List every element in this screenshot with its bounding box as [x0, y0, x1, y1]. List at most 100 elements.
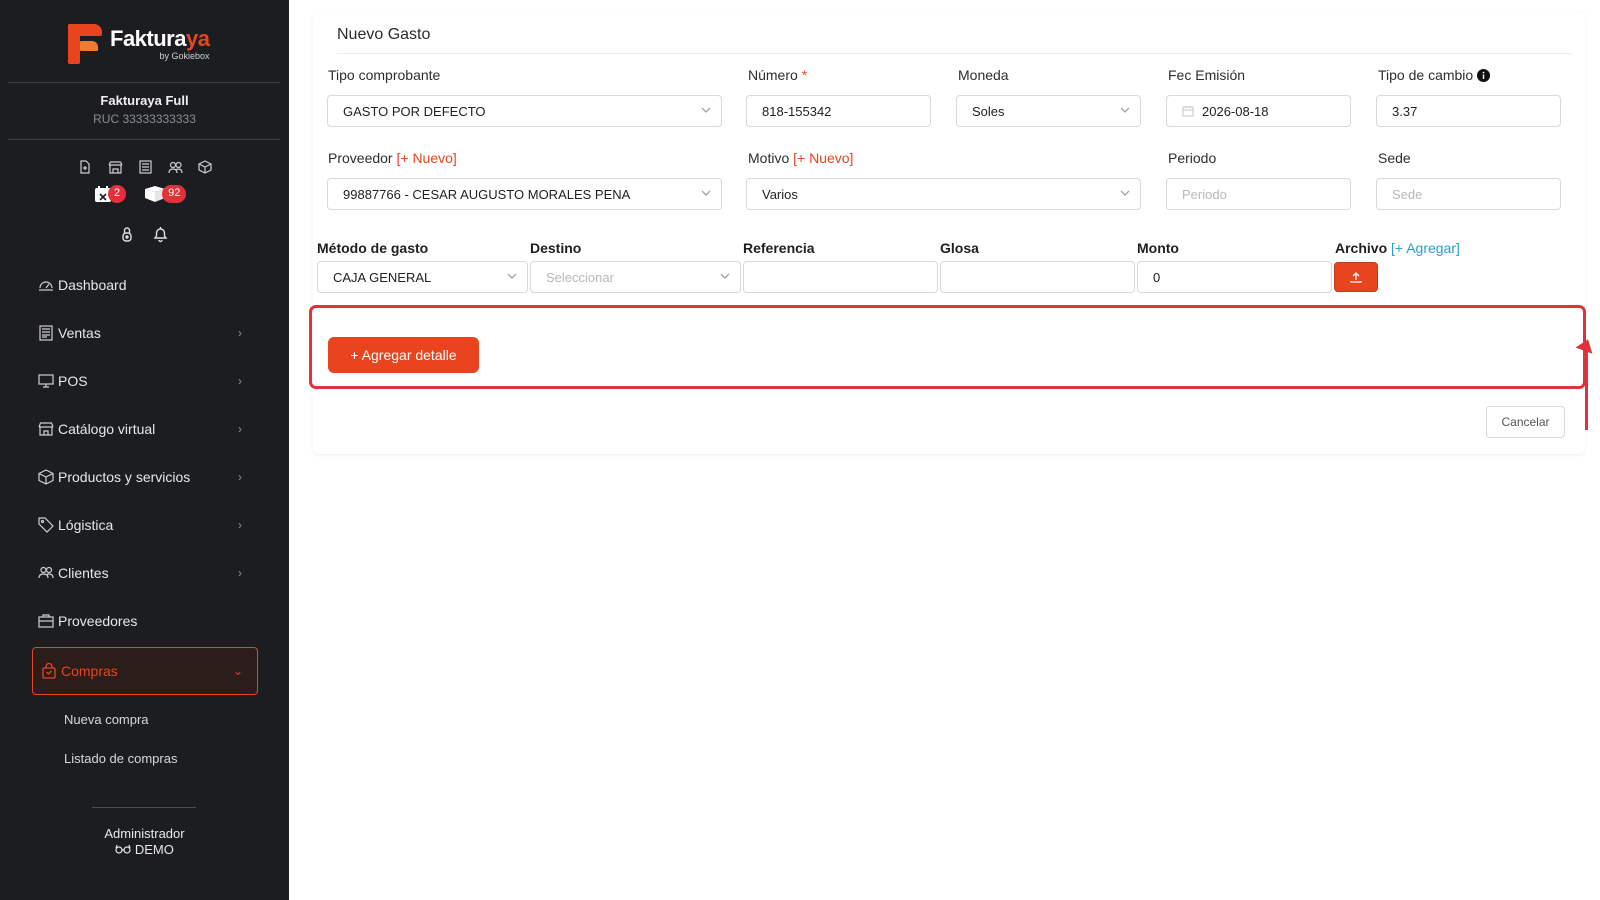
- proveedor-select[interactable]: 99887766 - CESAR AUGUSTO MORALES PENA: [327, 178, 722, 210]
- company-name: Fakturaya Full: [100, 93, 189, 108]
- destino-label: Destino: [530, 240, 582, 256]
- glosa-input[interactable]: [940, 261, 1135, 293]
- sidebar-item-proveedores[interactable]: Proveedores: [38, 597, 258, 645]
- store-icon[interactable]: [106, 158, 124, 176]
- sidebar-item-compras[interactable]: Compras ⌄: [32, 647, 258, 695]
- annotation-arrow: [1585, 343, 1588, 430]
- tipo-cambio-label: Tipo de cambio: [1378, 67, 1491, 83]
- highlight-box: [309, 305, 1586, 389]
- metodo-gasto-label: Método de gasto: [317, 240, 429, 256]
- upload-button[interactable]: [1334, 262, 1378, 292]
- list-icon[interactable]: [136, 158, 154, 176]
- chevron-down-icon: [701, 190, 711, 196]
- bell-icon[interactable]: [152, 226, 169, 248]
- cancel-button[interactable]: Cancelar: [1486, 406, 1565, 438]
- motivo-new-link[interactable]: [+ Nuevo]: [793, 150, 853, 166]
- numero-input[interactable]: 818-155342: [746, 95, 931, 127]
- destino-select[interactable]: Seleccionar: [530, 261, 741, 293]
- sidebar-item-logistica[interactable]: Lógistica ›: [38, 501, 258, 549]
- periodo-picker[interactable]: Periodo: [1166, 178, 1351, 210]
- glosa-label: Glosa: [940, 240, 979, 256]
- store-icon: [38, 421, 54, 437]
- sidebar-item-label: Productos y servicios: [58, 469, 191, 485]
- sidebar-item-label: POS: [58, 373, 88, 389]
- add-detail-button[interactable]: + Agregar detalle: [328, 337, 479, 373]
- submenu-listado-compras[interactable]: Listado de compras: [64, 751, 177, 766]
- sidebar-item-clientes[interactable]: Clientes ›: [38, 549, 258, 597]
- monto-input[interactable]: 0: [1137, 261, 1332, 293]
- sidebar-item-productos[interactable]: Productos y servicios ›: [38, 453, 258, 501]
- tipo-cambio-input[interactable]: 3.37: [1376, 95, 1561, 127]
- glasses-icon: [115, 844, 131, 854]
- briefcase-icon: [38, 613, 54, 629]
- sidebar-item-catalogo[interactable]: Catálogo virtual ›: [38, 405, 258, 453]
- sede-placeholder: Sede: [1392, 186, 1423, 202]
- moneda-select[interactable]: Soles: [956, 95, 1141, 127]
- notification-badges: 2 92: [94, 185, 187, 203]
- sidebar: Fakturaya by Gokiebox Fakturaya Full RUC…: [0, 0, 289, 900]
- sidebar-item-label: Clientes: [58, 565, 109, 581]
- chevron-right-icon: ›: [238, 374, 242, 388]
- chevron-right-icon: ›: [238, 518, 242, 532]
- chevron-right-icon: ›: [238, 422, 242, 436]
- demo-mode[interactable]: DEMO: [0, 842, 289, 858]
- periodo-placeholder: Periodo: [1182, 186, 1227, 202]
- demo-label: DEMO: [134, 842, 174, 857]
- divider: [8, 82, 280, 83]
- sidebar-item-label: Lógistica: [58, 517, 114, 533]
- company-info: Fakturaya Full RUC 33333333333: [0, 93, 289, 126]
- sidebar-item-dashboard[interactable]: Dashboard: [38, 261, 258, 309]
- page-title: Nuevo Gasto: [337, 26, 431, 43]
- sidebar-menu: Dashboard Ventas › POS › Catálogo virtua…: [32, 261, 258, 695]
- sidebar-item-label: Catálogo virtual: [58, 421, 156, 437]
- shopping-bag-icon: [41, 663, 57, 679]
- users-icon[interactable]: [166, 158, 184, 176]
- sede-select[interactable]: Sede: [1376, 178, 1561, 210]
- moneda-value: Soles: [972, 103, 1005, 119]
- sidebar-item-ventas[interactable]: Ventas ›: [38, 309, 258, 357]
- user-role: Administrador: [104, 826, 185, 841]
- receipt-icon: [38, 325, 54, 341]
- calendar-icon: [1182, 106, 1194, 117]
- chevron-down-icon: [701, 107, 711, 113]
- logo-mark-icon: [68, 24, 102, 64]
- chevron-down-icon: [720, 273, 730, 279]
- divider: [8, 139, 280, 140]
- moneda-label: Moneda: [958, 67, 1009, 83]
- tipo-cambio-value: 3.37: [1392, 103, 1418, 119]
- sidebar-item-label: Compras: [61, 663, 118, 679]
- box-icon: [38, 469, 54, 485]
- periodo-label: Periodo: [1168, 150, 1217, 166]
- referencia-label: Referencia: [743, 240, 815, 256]
- sidebar-item-label: Ventas: [58, 325, 101, 341]
- fec-emision-datepicker[interactable]: 2026-08-18: [1166, 95, 1351, 127]
- numero-value: 818-155342: [762, 103, 832, 119]
- proveedor-value: 99887766 - CESAR AUGUSTO MORALES PENA: [343, 186, 631, 202]
- archivo-add-link[interactable]: [+ Agregar]: [1391, 240, 1460, 256]
- proveedor-new-link[interactable]: [+ Nuevo]: [396, 150, 456, 166]
- numero-label: Número *: [748, 67, 808, 83]
- motivo-select[interactable]: Varios: [746, 178, 1141, 210]
- lock-icon[interactable]: [120, 226, 134, 248]
- sidebar-item-pos[interactable]: POS ›: [38, 357, 258, 405]
- submenu-nueva-compra[interactable]: Nueva compra: [64, 712, 149, 727]
- calendar-badge[interactable]: 2: [94, 185, 127, 203]
- metodo-gasto-select[interactable]: CAJA GENERAL: [317, 261, 528, 293]
- tipo-comprobante-value: GASTO POR DEFECTO: [343, 103, 486, 119]
- referencia-input[interactable]: [743, 261, 938, 293]
- motivo-value: Varios: [762, 186, 798, 202]
- new-document-icon[interactable]: [76, 158, 94, 176]
- brand-byline: by Gokiebox: [159, 50, 210, 61]
- fec-emision-value: 2026-08-18: [1202, 103, 1269, 119]
- metodo-gasto-value: CAJA GENERAL: [333, 269, 432, 285]
- sidebar-item-label: Dashboard: [58, 277, 127, 293]
- boxes-badge[interactable]: 92: [144, 185, 187, 203]
- chevron-right-icon: ›: [238, 326, 242, 340]
- chevron-down-icon: ⌄: [232, 664, 243, 678]
- box-icon[interactable]: [196, 158, 214, 176]
- brand-logo[interactable]: Fakturaya by Gokiebox: [68, 24, 210, 64]
- tag-icon: [38, 517, 54, 533]
- info-icon[interactable]: [1477, 68, 1491, 82]
- sidebar-item-label: Proveedores: [58, 613, 138, 629]
- tipo-comprobante-select[interactable]: GASTO POR DEFECTO: [327, 95, 722, 127]
